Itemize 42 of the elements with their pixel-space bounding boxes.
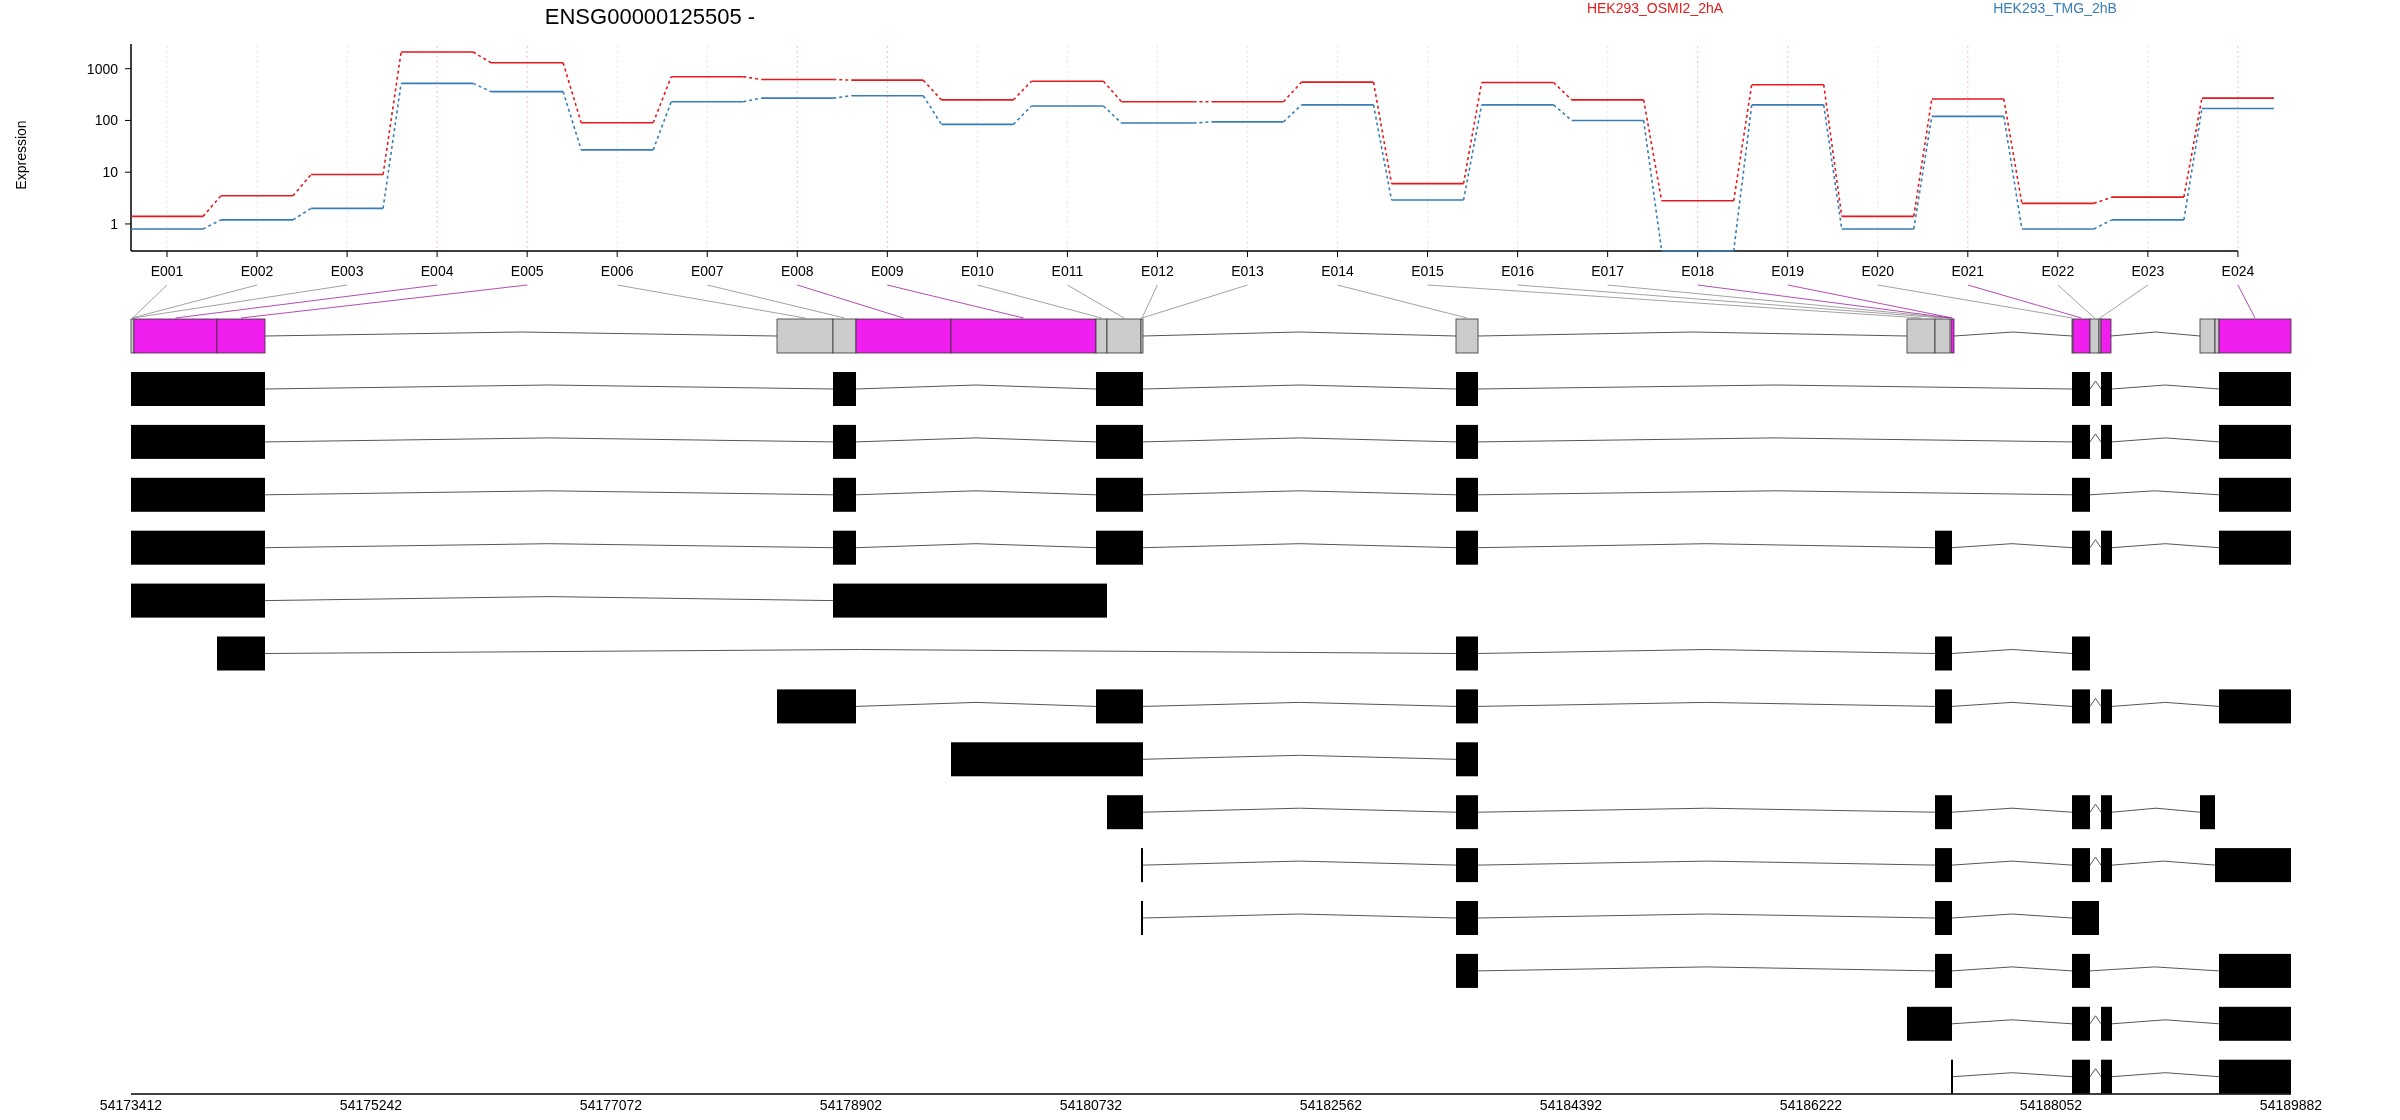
x-tick-label: E007 <box>690 263 724 279</box>
axis-label: 54180732 <box>1059 1097 1123 1113</box>
x-tick-label: E018 <box>1681 263 1715 279</box>
x-tick-label: E001 <box>150 263 184 279</box>
x-tick-label: E003 <box>330 263 364 279</box>
axis-label: 54188052 <box>2019 1097 2083 1113</box>
legend-label: HEK293_OSMI2_2hA <box>1586 0 1724 16</box>
chart-title: ENSG00000125505 - <box>544 4 756 29</box>
x-tick-label: E023 <box>2131 263 2165 279</box>
y-axis-label: Expression <box>13 120 29 190</box>
x-tick-label: E012 <box>1141 263 1174 279</box>
axis-label: 54189882 <box>2259 1097 2323 1113</box>
x-tick-label: E005 <box>510 263 544 279</box>
x-tick-label: E008 <box>780 263 814 279</box>
y-tick-label: 1 <box>110 215 118 232</box>
x-tick-label: E004 <box>420 263 454 279</box>
x-tick-label: E016 <box>1501 263 1534 279</box>
x-tick-label: E020 <box>1861 263 1895 279</box>
x-tick-label: E002 <box>240 263 274 279</box>
axis-label: 54182562 <box>1299 1097 1363 1113</box>
x-tick-label: E017 <box>1591 263 1624 279</box>
y-tick-label: 1000 <box>86 60 118 77</box>
x-tick-label: E006 <box>600 263 634 279</box>
x-tick-label: E014 <box>1321 263 1354 279</box>
axis-label: 54184392 <box>1539 1097 1603 1113</box>
x-tick-label: E011 <box>1051 263 1084 279</box>
axis-label: 54173412 <box>99 1097 163 1113</box>
axis-label: 54177072 <box>579 1097 643 1113</box>
axis-label: 54175242 <box>339 1097 403 1113</box>
x-tick-label: E019 <box>1771 263 1805 279</box>
axis-label: 54186222 <box>1779 1097 1843 1113</box>
x-tick-label: E022 <box>2041 263 2075 279</box>
y-tick-label: 10 <box>102 164 118 181</box>
x-tick-label: E009 <box>870 263 904 279</box>
y-tick-label: 100 <box>94 112 118 129</box>
x-tick-label: E021 <box>1951 263 1985 279</box>
x-tick-label: E015 <box>1411 263 1444 279</box>
x-tick-label: E013 <box>1231 263 1264 279</box>
x-tick-label: E010 <box>961 263 994 279</box>
legend-label: HEK293_TMG_2hB <box>1993 0 2117 16</box>
axis-label: 54178902 <box>819 1097 883 1113</box>
x-tick-label: E024 <box>2221 263 2255 279</box>
